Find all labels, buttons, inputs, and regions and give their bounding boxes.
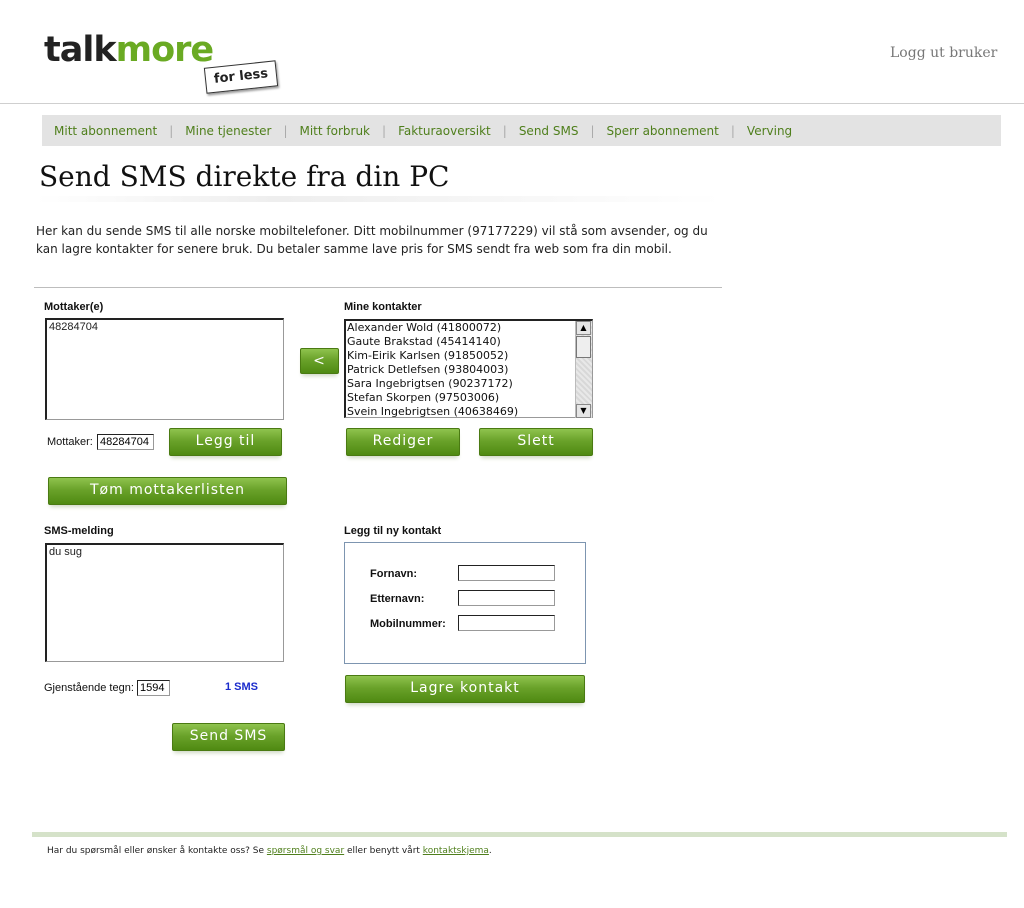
- talkmore-logo[interactable]: talkmore: [44, 30, 215, 70]
- last-name-label: Etternavn:: [370, 593, 425, 605]
- first-name-field[interactable]: [458, 565, 555, 581]
- footer-text-middle: eller benytt vårt: [344, 846, 423, 856]
- nav-item-fakturaoversikt[interactable]: Fakturaoversikt: [386, 124, 503, 138]
- contacts-heading: Mine kontakter: [344, 301, 422, 313]
- faq-link[interactable]: spørsmål og svar: [267, 846, 344, 856]
- last-name-field[interactable]: [458, 590, 555, 606]
- add-from-contacts-button[interactable]: <: [300, 348, 339, 374]
- contact-item[interactable]: Sara Ingebrigtsen (90237172): [347, 377, 518, 391]
- recipients-list[interactable]: 48284704: [45, 318, 284, 420]
- contact-form-link[interactable]: kontaktskjema: [423, 846, 489, 856]
- section-divider: [34, 287, 722, 288]
- remaining-chars-field: [137, 680, 170, 696]
- logout-link[interactable]: Logg ut bruker: [890, 45, 997, 61]
- recipient-input[interactable]: [97, 434, 154, 450]
- first-name-label: Fornavn:: [370, 568, 418, 580]
- mobile-field[interactable]: [458, 615, 555, 631]
- contact-item[interactable]: Stefan Skorpen (97503006): [347, 391, 518, 405]
- nav-item-send-sms[interactable]: Send SMS: [507, 124, 591, 138]
- scroll-up-arrow-icon[interactable]: ▲: [576, 321, 591, 335]
- footer-text: Har du spørsmål eller ønsker å kontakte …: [47, 846, 492, 856]
- footer-text-end: .: [488, 846, 492, 856]
- send-sms-button[interactable]: Send SMS: [172, 723, 285, 751]
- mobile-label: Mobilnummer:: [370, 618, 446, 630]
- nav-item-sperr-abonnement[interactable]: Sperr abonnement: [594, 124, 730, 138]
- recipient-input-label: Mottaker:: [47, 436, 93, 448]
- sms-message-field[interactable]: du sug: [45, 543, 284, 662]
- title-underline: [36, 196, 722, 202]
- main-nav: Mitt abonnement | Mine tjenester | Mitt …: [42, 115, 1001, 146]
- nav-item-mitt-abonnement[interactable]: Mitt abonnement: [42, 124, 169, 138]
- remaining-chars-label: Gjenstående tegn:: [44, 682, 134, 694]
- scroll-thumb[interactable]: [576, 336, 591, 358]
- footer-divider: [32, 832, 1007, 837]
- logo-tagline: for less: [203, 60, 279, 94]
- contact-item[interactable]: Kim-Eirik Karlsen (91850052): [347, 349, 518, 363]
- contact-item[interactable]: Patrick Detlefsen (93804003): [347, 363, 518, 377]
- delete-contact-button[interactable]: Slett: [479, 428, 593, 456]
- sms-count: 1 SMS: [225, 681, 259, 693]
- contact-item[interactable]: Svein Ingebrigtsen (40638469): [347, 405, 518, 419]
- scroll-down-arrow-icon[interactable]: ▼: [576, 404, 591, 418]
- contact-item[interactable]: Alexander Wold (41800072): [347, 321, 518, 335]
- add-recipient-button[interactable]: Legg til: [169, 428, 282, 456]
- clear-recipients-button[interactable]: Tøm mottakerlisten: [48, 477, 287, 505]
- header-divider: [0, 103, 1024, 104]
- intro-text: Her kan du sende SMS til alle norske mob…: [36, 224, 708, 256]
- contacts-listbox[interactable]: Alexander Wold (41800072) Gaute Brakstad…: [344, 319, 593, 418]
- contacts-scrollbar[interactable]: ▲ ▼: [575, 321, 592, 418]
- nav-item-mine-tjenester[interactable]: Mine tjenester: [173, 124, 283, 138]
- logo-text-more: more: [115, 30, 215, 70]
- footer-text-start: Har du spørsmål eller ønsker å kontakte …: [47, 846, 267, 856]
- new-contact-heading: Legg til ny kontakt: [344, 525, 442, 537]
- recipients-heading: Mottaker(e): [44, 301, 104, 313]
- edit-contact-button[interactable]: Rediger: [346, 428, 460, 456]
- sms-heading: SMS-melding: [44, 525, 114, 537]
- nav-item-verving[interactable]: Verving: [735, 124, 804, 138]
- logo-text-talk: talk: [44, 30, 117, 70]
- nav-item-mitt-forbruk[interactable]: Mitt forbruk: [287, 124, 382, 138]
- contact-item[interactable]: Gaute Brakstad (45414140): [347, 335, 518, 349]
- page-title: Send SMS direkte fra din PC: [39, 160, 450, 193]
- save-contact-button[interactable]: Lagre kontakt: [345, 675, 585, 703]
